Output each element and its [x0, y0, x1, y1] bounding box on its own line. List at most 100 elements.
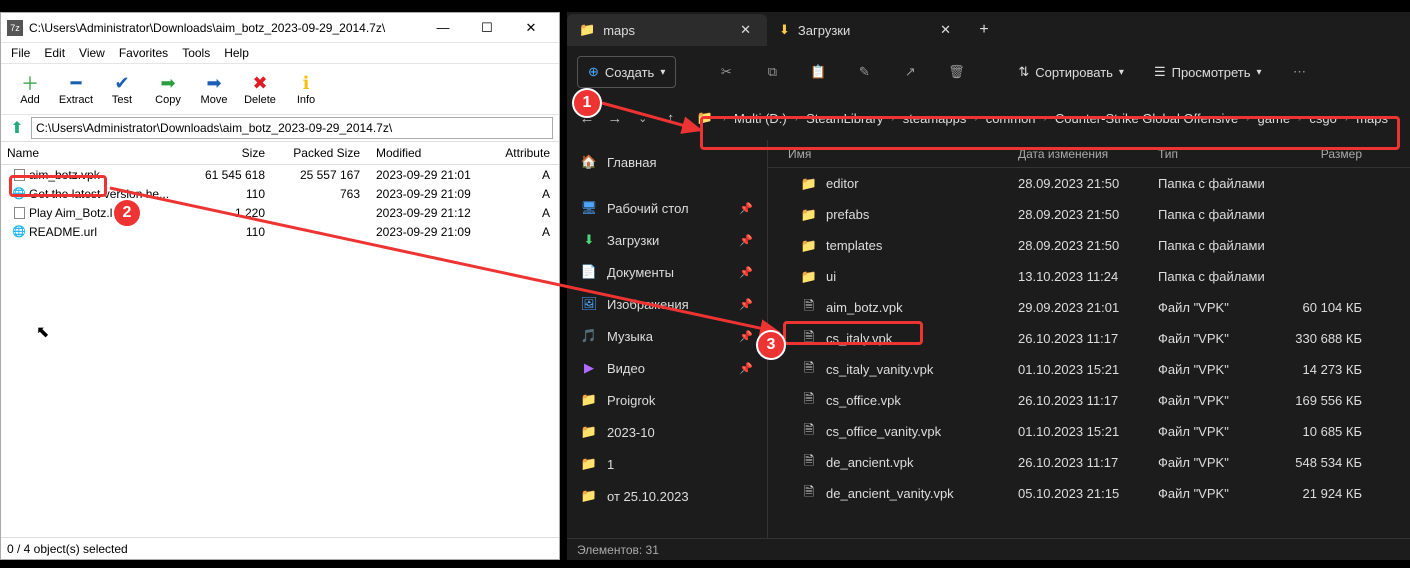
up-folder-icon[interactable]: ⬆	[7, 118, 27, 138]
view-icon: ☰	[1154, 64, 1166, 80]
sidebar-item-2[interactable]: ⬇Загрузки📌	[567, 224, 767, 256]
breadcrumb[interactable]: 📁 ›Multi (D:)›SteamLibrary›steamapps›com…	[689, 101, 1401, 135]
file-row[interactable]: 🗎aim_botz.vpk29.09.2023 21:01Файл "VPK"6…	[768, 292, 1410, 323]
rename-icon[interactable]: ✎	[846, 56, 882, 88]
breadcrumb-segment[interactable]: csgo	[1305, 111, 1340, 126]
cut-icon[interactable]: ✂	[708, 56, 744, 88]
close-tab-icon[interactable]: ✕	[936, 22, 955, 38]
file-row[interactable]: 🌐README.url1102023-09-29 21:09A	[1, 222, 559, 241]
new-tab-button[interactable]: +	[967, 15, 1001, 45]
up-icon[interactable]: ↑	[661, 103, 681, 133]
sidebar-item-1[interactable]: 🖥Рабочий стол📌	[567, 192, 767, 224]
sidebar-label: 2023-10	[607, 425, 655, 440]
file-row[interactable]: 📁editor28.09.2023 21:50Папка с файлами	[768, 168, 1410, 199]
explorer-navbar: ← → ⌄ ↑ 📁 ›Multi (D:)›SteamLibrary›steam…	[567, 96, 1410, 140]
sidebar-item-8[interactable]: 📁2023-10	[567, 416, 767, 448]
sidebar-item-7[interactable]: 📁Proigrok	[567, 384, 767, 416]
tool-copy[interactable]: ➡Copy	[145, 70, 191, 108]
breadcrumb-segment[interactable]: Counter-Strike Global Offensive	[1051, 111, 1242, 126]
file-name: aim_botz.vpk	[29, 168, 100, 182]
sidebar-label: от 25.10.2023	[607, 489, 689, 504]
sevenzip-column-header[interactable]: Name Size Packed Size Modified Attribute	[1, 141, 559, 165]
breadcrumb-segment[interactable]: Multi (D:)	[730, 111, 791, 126]
col-type[interactable]: Тип	[1158, 147, 1278, 161]
file-name: aim_botz.vpk	[826, 300, 903, 315]
file-type: Файл "VPK"	[1158, 331, 1278, 346]
minimize-button[interactable]: —	[421, 14, 465, 42]
sidebar-item-9[interactable]: 📁1	[567, 448, 767, 480]
file-row[interactable]: 🗎cs_office.vpk26.10.2023 11:17Файл "VPK"…	[768, 385, 1410, 416]
maximize-button[interactable]: ☐	[465, 14, 509, 42]
menu-file[interactable]: File	[5, 45, 36, 61]
tab-Загрузки[interactable]: ⬇Загрузки✕	[767, 14, 967, 46]
col-date[interactable]: Дата изменения	[1018, 147, 1158, 161]
menu-help[interactable]: Help	[218, 45, 255, 61]
menu-favorites[interactable]: Favorites	[113, 45, 174, 61]
sevenzip-titlebar[interactable]: 7z C:\Users\Administrator\Downloads\aim_…	[1, 13, 559, 43]
file-row[interactable]: 🌐Get the latest version he...1107632023-…	[1, 184, 559, 203]
file-row[interactable]: 🗎de_ancient_vanity.vpk05.10.2023 21:15Фа…	[768, 478, 1410, 509]
close-tab-icon[interactable]: ✕	[736, 22, 755, 38]
sort-button[interactable]: ⇅ Сортировать ▾	[1008, 56, 1134, 88]
sidebar-item-5[interactable]: 🎵Музыка📌	[567, 320, 767, 352]
menu-view[interactable]: View	[73, 45, 111, 61]
col-modified[interactable]: Modified	[366, 146, 496, 160]
sidebar-item-4[interactable]: 🖼Изображения📌	[567, 288, 767, 320]
delete-icon: ✖	[248, 72, 272, 94]
sidebar-item-10[interactable]: 📁от 25.10.2023	[567, 480, 767, 512]
col-size[interactable]: Size	[196, 146, 271, 160]
more-icon[interactable]: ⋯	[1282, 56, 1318, 88]
menu-tools[interactable]: Tools	[176, 45, 216, 61]
share-icon[interactable]: ↗	[892, 56, 928, 88]
tool-move[interactable]: ➡Move	[191, 70, 237, 108]
sidebar-label: Музыка	[607, 329, 653, 344]
file-row[interactable]: Play Aim_Botz.l1 2202023-09-29 21:12A	[1, 203, 559, 222]
create-button[interactable]: ⊕ Создать ▾	[577, 56, 676, 88]
breadcrumb-segment[interactable]: steamapps	[899, 111, 971, 126]
breadcrumb-segment[interactable]: SteamLibrary	[802, 111, 887, 126]
file-row[interactable]: 🗎cs_office_vanity.vpk01.10.2023 15:21Фай…	[768, 416, 1410, 447]
tool-info[interactable]: ℹInfo	[283, 70, 329, 108]
address-input[interactable]	[31, 117, 553, 139]
file-type: Файл "VPK"	[1158, 424, 1278, 439]
file-row[interactable]: 📁prefabs28.09.2023 21:50Папка с файлами	[768, 199, 1410, 230]
breadcrumb-segment[interactable]: maps	[1352, 111, 1392, 126]
copy-icon[interactable]: ⧉	[754, 56, 790, 88]
file-row[interactable]: 📁templates28.09.2023 21:50Папка с файлам…	[768, 230, 1410, 261]
tool-add[interactable]: ＋Add	[7, 70, 53, 108]
breadcrumb-segment[interactable]: common	[982, 111, 1040, 126]
col-name[interactable]: Name	[1, 146, 196, 160]
sevenzip-file-list[interactable]: aim_botz.vpk61 545 61825 557 1672023-09-…	[1, 165, 559, 527]
tool-extract[interactable]: ━Extract	[53, 70, 99, 108]
file-size: 169 556 КБ	[1278, 393, 1378, 408]
col-size[interactable]: Размер	[1278, 147, 1378, 161]
delete-icon[interactable]: 🗑	[938, 56, 974, 88]
sidebar-item-6[interactable]: ▶Видео📌	[567, 352, 767, 384]
col-name[interactable]: Имя	[768, 147, 1018, 161]
chevron-down-icon[interactable]: ⌄	[633, 103, 653, 133]
file-date: 05.10.2023 21:15	[1018, 486, 1158, 501]
menu-edit[interactable]: Edit	[38, 45, 71, 61]
col-packed-size[interactable]: Packed Size	[271, 146, 366, 160]
file-row[interactable]: 🗎cs_italy_vanity.vpk01.10.2023 15:21Файл…	[768, 354, 1410, 385]
file-row[interactable]: 🗎de_ancient.vpk26.10.2023 11:17Файл "VPK…	[768, 447, 1410, 478]
explorer-column-header[interactable]: Имя Дата изменения Тип Размер	[768, 140, 1410, 168]
file-row[interactable]: 📁ui13.10.2023 11:24Папка с файлами	[768, 261, 1410, 292]
file-row[interactable]: aim_botz.vpk61 545 61825 557 1672023-09-…	[1, 165, 559, 184]
breadcrumb-segment[interactable]: game	[1254, 111, 1295, 126]
close-button[interactable]: ✕	[509, 14, 553, 42]
file-name: de_ancient_vanity.vpk	[826, 486, 954, 501]
tool-delete[interactable]: ✖Delete	[237, 70, 283, 108]
file-row[interactable]: 🗎cs_italy.vpk26.10.2023 11:17Файл "VPK"3…	[768, 323, 1410, 354]
sidebar-item-3[interactable]: 📄Документы📌	[567, 256, 767, 288]
explorer-file-list[interactable]: 📁editor28.09.2023 21:50Папка с файлами📁p…	[768, 168, 1410, 509]
col-attribute[interactable]: Attribute	[496, 146, 556, 160]
paste-icon[interactable]: 📋	[800, 56, 836, 88]
forward-icon[interactable]: →	[605, 103, 625, 133]
sidebar-icon: 📁	[581, 456, 597, 472]
tool-test[interactable]: ✔Test	[99, 70, 145, 108]
sidebar-item-0[interactable]: 🏠Главная	[567, 146, 767, 178]
file-date: 28.09.2023 21:50	[1018, 207, 1158, 222]
view-button[interactable]: ☰ Просмотреть ▾	[1144, 56, 1272, 88]
tab-maps[interactable]: 📁maps✕	[567, 14, 767, 46]
